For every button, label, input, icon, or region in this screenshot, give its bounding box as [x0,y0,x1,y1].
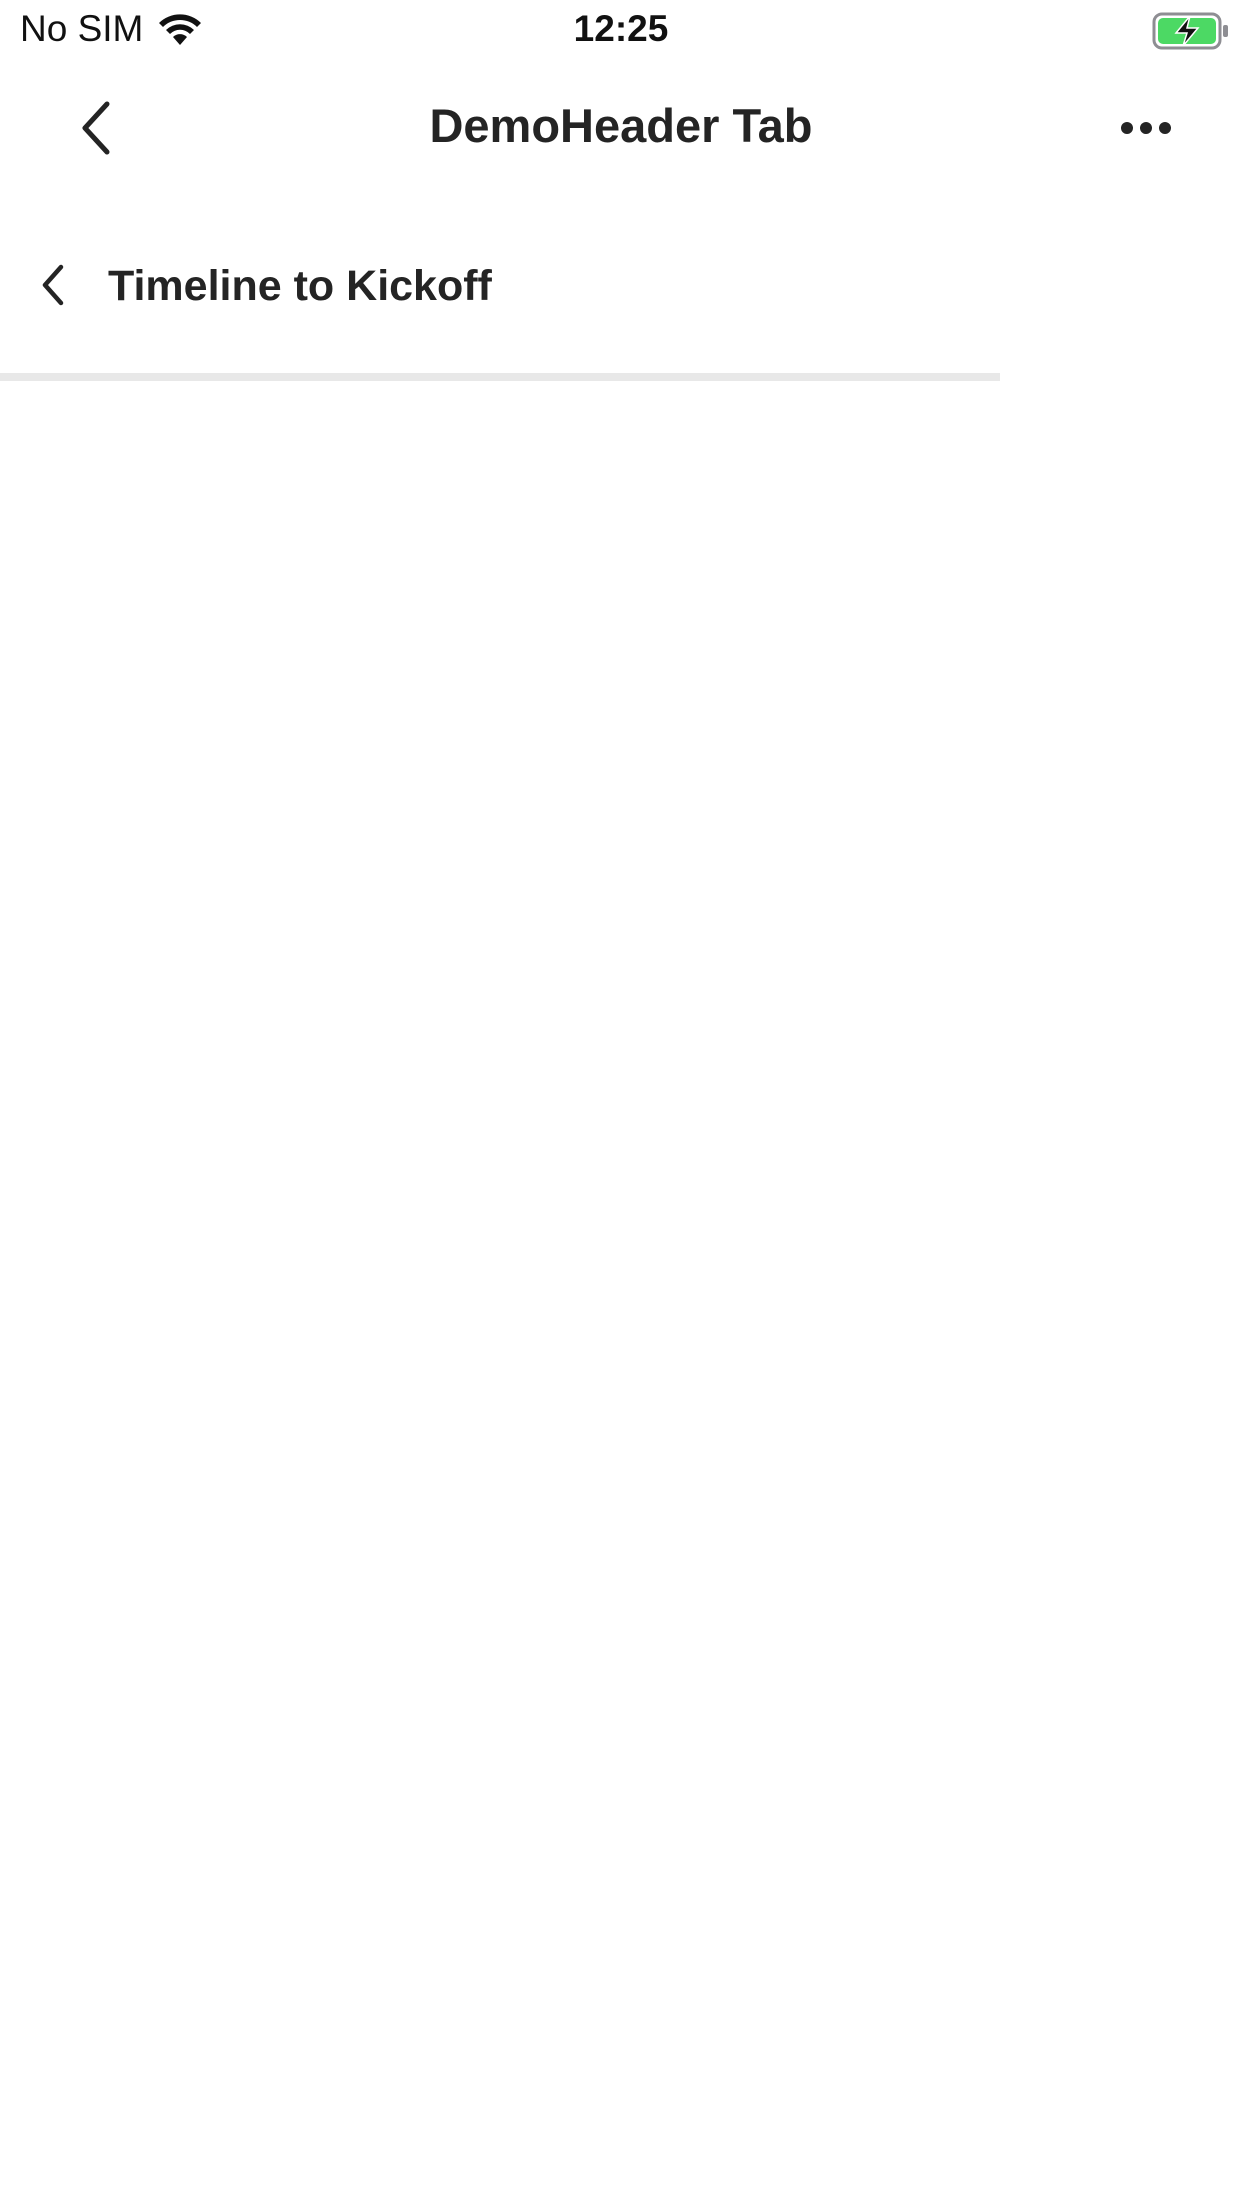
app-screen: No SIM 12:25 DemoHeader Tab Timeline to … [0,0,1242,2208]
more-horizontal-icon [1121,122,1171,134]
chevron-left-icon [42,264,64,306]
more-options-button[interactable] [1106,98,1186,158]
page-title: DemoHeader Tab [429,99,813,152]
nav-header: DemoHeader Tab [0,62,1242,192]
clock: 12:25 [573,8,669,49]
battery-charging-icon [1152,12,1228,50]
status-bar: No SIM 12:25 [0,0,1242,62]
content-area [0,381,1242,2208]
header-divider [0,373,1000,381]
sub-header-title: Timeline to Kickoff [108,262,492,310]
sub-back-button[interactable] [28,260,78,310]
sub-header: Timeline to Kickoff [0,240,1000,330]
